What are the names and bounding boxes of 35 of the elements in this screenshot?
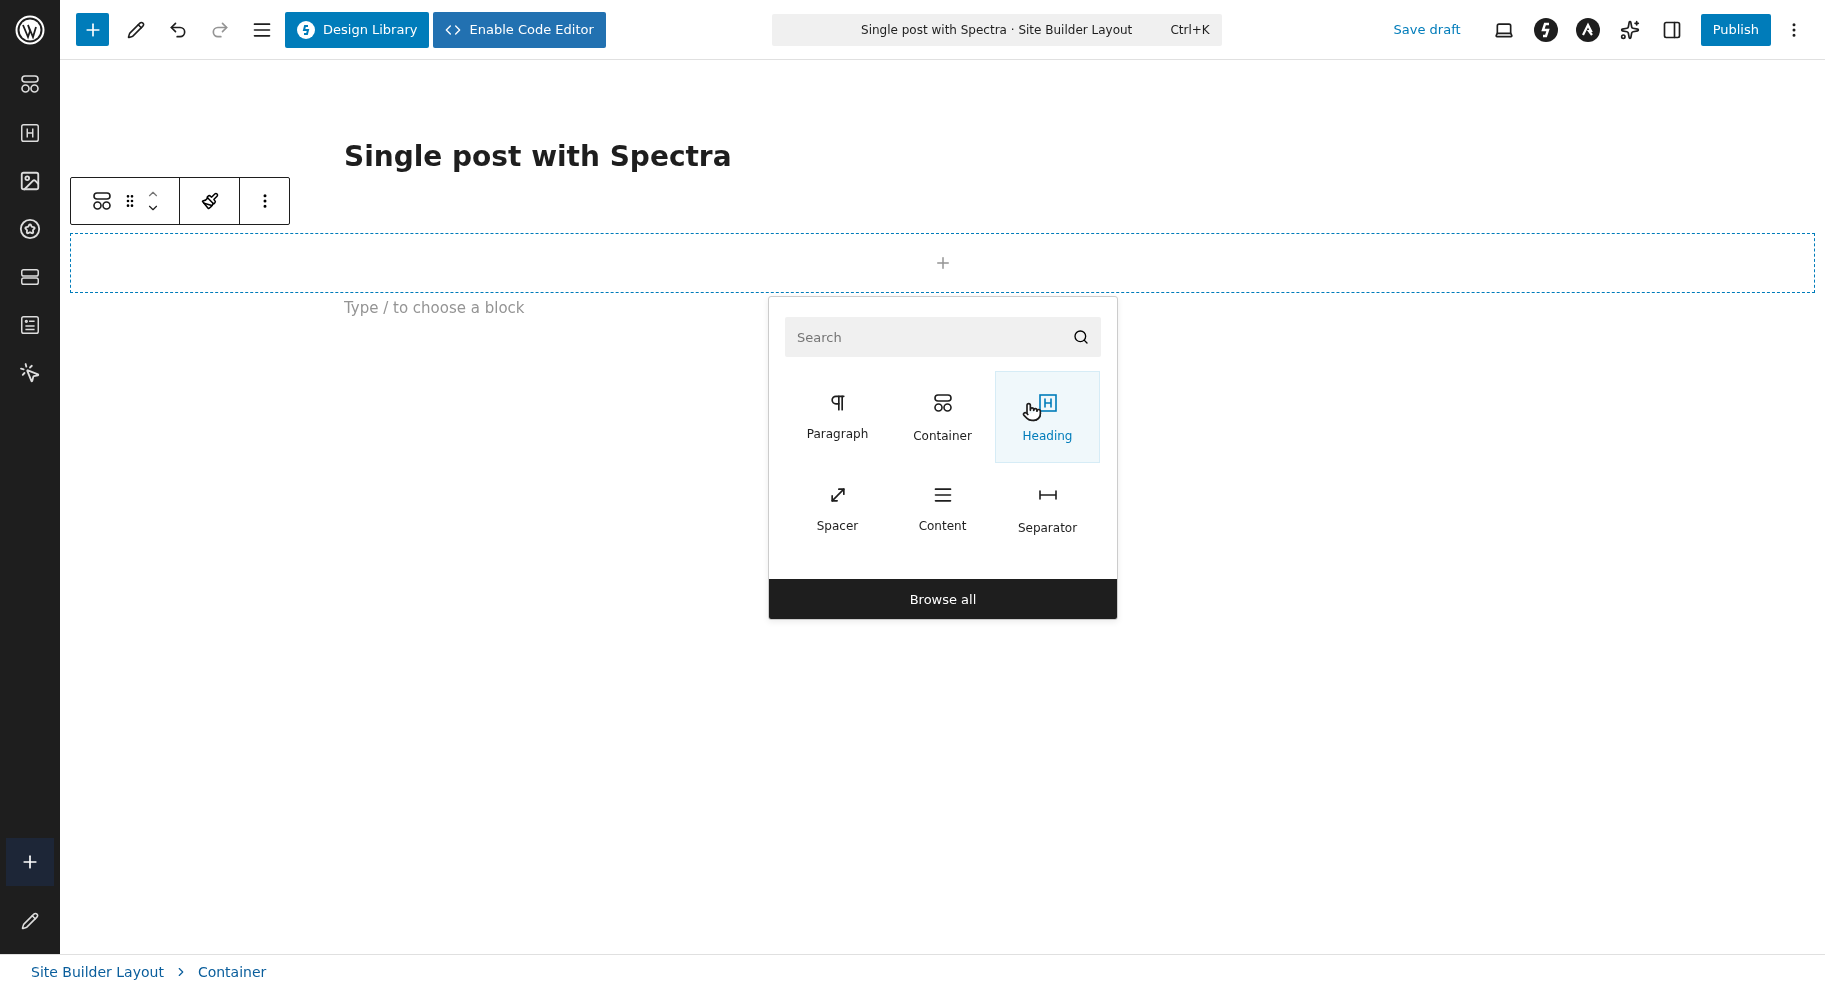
layout-icon[interactable]	[18, 72, 42, 96]
post-title: Single post with Spectra	[344, 140, 733, 175]
lines-icon	[932, 485, 953, 505]
image-icon[interactable]	[19, 170, 41, 192]
block-option[interactable]: Spacer	[785, 463, 890, 555]
hand-cursor-icon	[1022, 402, 1042, 422]
breadcrumb-link[interactable]: Site Builder Layout	[31, 963, 164, 980]
block-option[interactable]: Paragraph	[785, 371, 890, 463]
block-option[interactable]: Container	[890, 371, 995, 463]
publish-button[interactable]: Publish	[1700, 13, 1771, 46]
container-icon	[18, 72, 42, 96]
star-icon[interactable]	[19, 218, 41, 240]
design-library-button[interactable]: Design Library	[285, 11, 430, 48]
s-logo-icon	[297, 20, 315, 39]
heading-icon[interactable]	[19, 122, 41, 144]
add-block-button[interactable]	[76, 13, 109, 46]
paragraph-input[interactable]: Type / to choose a block	[344, 299, 584, 317]
card-icon[interactable]	[19, 314, 41, 336]
save-draft-link[interactable]: Save draft	[1387, 21, 1467, 38]
paintbrush-icon[interactable]	[200, 192, 219, 210]
search-icon	[1073, 329, 1089, 345]
browse-all-button[interactable]: Browse all	[769, 579, 1117, 619]
code-editor-button[interactable]: Enable Code Editor	[433, 11, 606, 48]
click-icon[interactable]	[19, 362, 41, 384]
block-option[interactable]: Content	[890, 463, 995, 555]
block-option[interactable]: Heading	[995, 371, 1100, 463]
block-option[interactable]: Separator	[995, 463, 1100, 555]
wordpress-logo	[15, 15, 45, 45]
add-button[interactable]	[6, 838, 54, 886]
pencil-icon[interactable]	[21, 912, 39, 930]
breadcrumb-link[interactable]: Container	[197, 963, 267, 980]
rows-icon[interactable]	[19, 266, 41, 288]
search-field[interactable]: Search	[785, 317, 1101, 357]
command-palette-button[interactable]: Single post with Spectra · Site Builder Layout Ctrl+K	[771, 13, 1222, 46]
shortcut-hint: Ctrl+K	[1170, 22, 1210, 37]
